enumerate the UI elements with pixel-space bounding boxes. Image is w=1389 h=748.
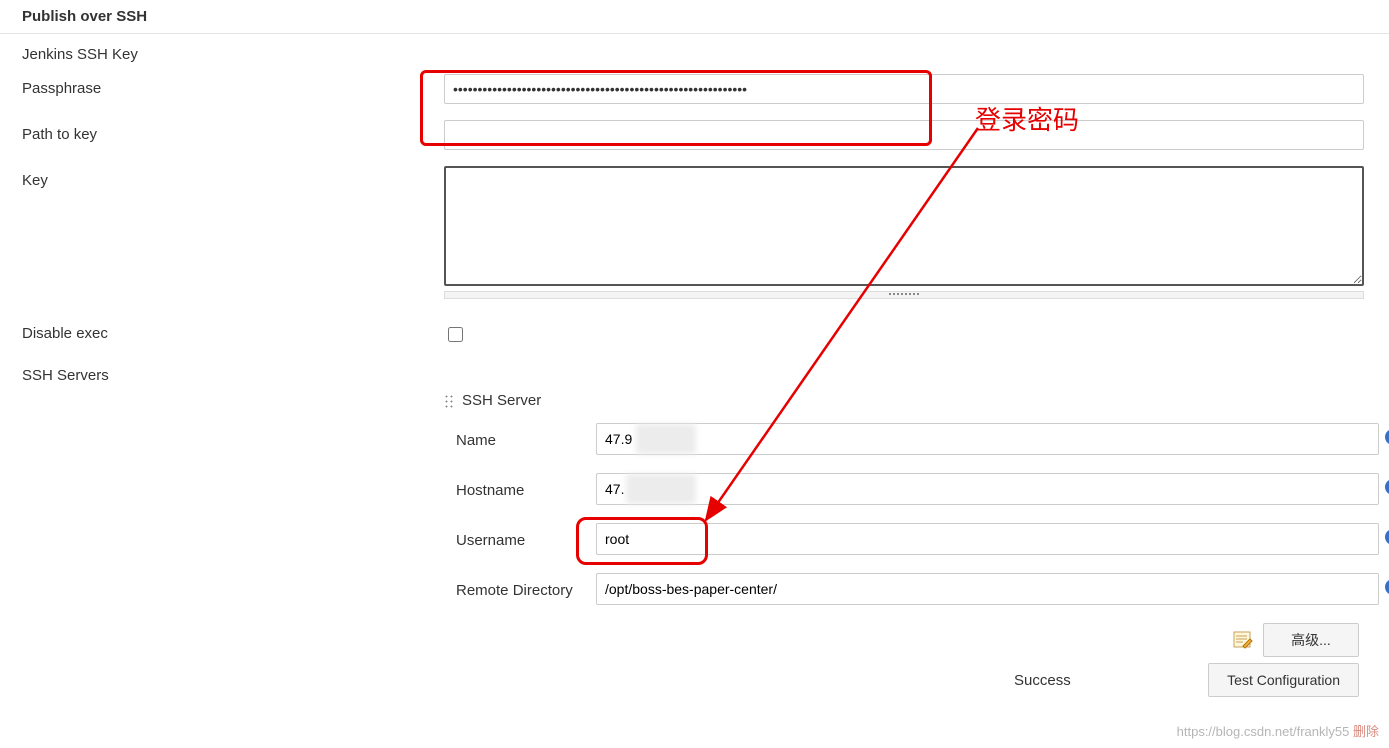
label-disable-exec: Disable exec [22, 313, 444, 342]
section-title: Publish over SSH [0, 0, 1389, 34]
path-to-key-input[interactable] [444, 120, 1364, 150]
advanced-button[interactable]: 高级... [1263, 623, 1359, 657]
status-success: Success [1014, 672, 1071, 689]
label-key: Key [22, 160, 444, 189]
grip-icon[interactable] [444, 394, 454, 408]
label-jenkins-ssh-key: Jenkins SSH Key [22, 34, 444, 63]
server-username-input[interactable] [596, 523, 1379, 555]
server-name-input[interactable] [596, 423, 1379, 455]
ssh-server-header: SSH Server [462, 392, 541, 409]
label-passphrase: Passphrase [22, 68, 444, 97]
disable-exec-checkbox[interactable] [448, 327, 463, 342]
server-remote-dir-input[interactable] [596, 573, 1379, 605]
help-icon[interactable]: ? [1385, 529, 1389, 545]
test-configuration-button[interactable]: Test Configuration [1208, 663, 1359, 697]
label-path-to-key: Path to key [22, 114, 444, 143]
label-name: Name [456, 430, 596, 449]
passphrase-input[interactable] [444, 74, 1364, 104]
server-hostname-input[interactable] [596, 473, 1379, 505]
help-icon[interactable]: ? [1385, 579, 1389, 595]
label-ssh-servers: SSH Servers [22, 355, 444, 384]
label-hostname: Hostname [456, 480, 596, 499]
label-remote-directory: Remote Directory [456, 580, 596, 599]
help-icon[interactable]: ? [1385, 479, 1389, 495]
help-icon[interactable]: ? [1385, 429, 1389, 445]
watermark: https://blog.csdn.net/frankly55 删除 [1177, 721, 1379, 740]
key-textarea[interactable] [444, 166, 1364, 286]
notes-icon[interactable] [1233, 631, 1253, 649]
resize-handle[interactable] [444, 291, 1364, 299]
label-username: Username [456, 530, 596, 549]
